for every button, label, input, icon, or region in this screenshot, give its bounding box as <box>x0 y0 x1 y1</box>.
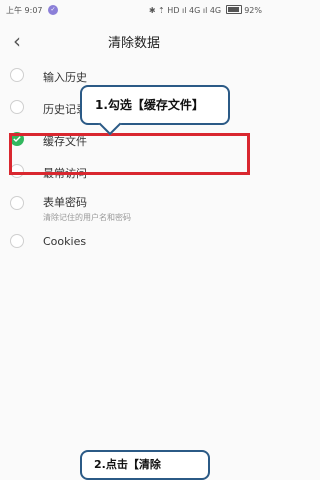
option-label: 输入历史 <box>43 71 87 84</box>
radio-unchecked-icon[interactable] <box>10 196 24 210</box>
status-bar: 上午 9:07 ✓ ✱ ⇡ HD ıl 4G ıl 4G 92% <box>0 0 268 22</box>
status-indicators: ✱ ⇡ HD ıl 4G ıl 4G 92% <box>149 5 262 15</box>
option-cookies[interactable]: Cookies <box>0 226 268 258</box>
option-label: Cookies <box>43 235 87 248</box>
callout-bottom-text: 2.点击【清除 <box>94 458 161 471</box>
instruction-callout-bottom: 2.点击【清除 <box>80 450 210 480</box>
page-title: 清除数据 <box>107 36 160 51</box>
status-time: 上午 9:07 <box>6 6 43 15</box>
highlight-box <box>9 133 250 175</box>
option-sublabel: 清除记住的用户名和密码 <box>43 213 131 222</box>
instruction-callout: 1.勾选【缓存文件】 <box>80 85 230 136</box>
option-label: 表单密码 <box>43 196 87 209</box>
signal-indicators: ✱ ⇡ HD ıl 4G ıl 4G <box>148 6 222 15</box>
radio-unchecked-icon[interactable] <box>10 100 24 114</box>
notification-icon: ✓ <box>48 5 58 15</box>
battery-level-fill <box>227 7 239 12</box>
radio-unchecked-icon[interactable] <box>10 234 24 248</box>
callout-text: 1.勾选【缓存文件】 <box>95 98 204 112</box>
option-form-passwords[interactable]: 表单密码 清除记住的用户名和密码 <box>0 188 268 226</box>
battery-percent: 92% <box>244 6 262 15</box>
nav-bar: ‹ 清除数据 <box>0 22 268 60</box>
radio-unchecked-icon[interactable] <box>10 68 24 82</box>
battery-icon <box>225 5 242 14</box>
